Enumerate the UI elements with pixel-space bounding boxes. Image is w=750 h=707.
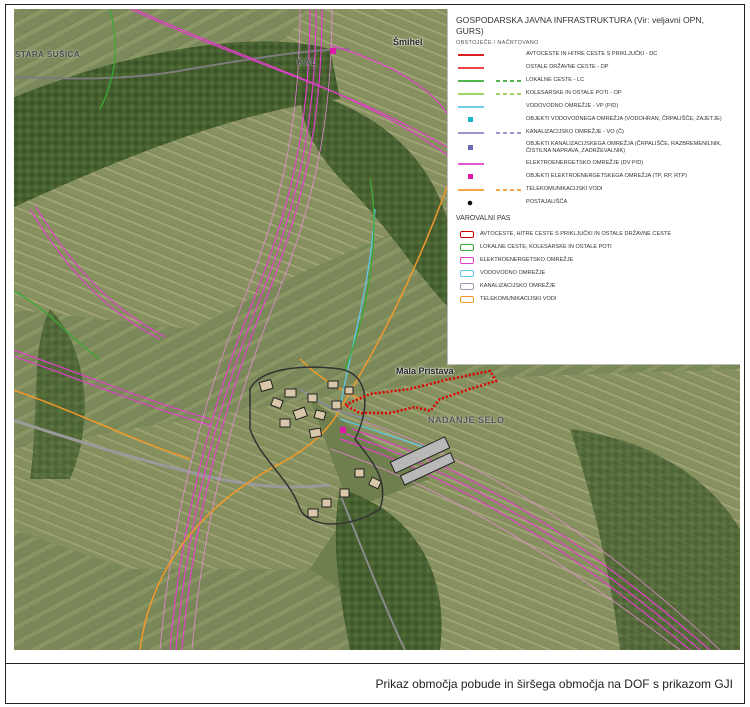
- legend-item: ELEKTROENERGETSKO OMREŽJE (DV p/d): [456, 157, 734, 170]
- legend-item: KOLESARSKE IN OSTALE POTI - OP: [456, 87, 734, 100]
- legend-buffer-swatch: [460, 244, 474, 251]
- legend-item-label: OBJEKTI VODOVODNEGA OMREŽJA (VODOHRAN, Č…: [526, 116, 722, 122]
- caption-bar: Prikaz območja pobude in širšega območja…: [5, 663, 745, 704]
- legend-buffer-label: VODOVODNO OMREŽJE: [480, 270, 546, 276]
- legend-buffer-swatch: [460, 257, 474, 264]
- legend-buffer-item: AVTOCESTE, HITRE CESTE S PRIKLJUČKI IN O…: [456, 228, 734, 241]
- legend-symbol: [456, 74, 526, 87]
- legend-buffer-item: TELEKOMUNIKACIJSKI VODI: [456, 293, 734, 306]
- legend-buffer-label: LOKALNE CESTE, KOLESARSKE IN OSTALE POTI: [480, 244, 612, 250]
- place-kal: KAL: [297, 57, 317, 67]
- legend-symbol: [456, 61, 526, 74]
- legend-buffer-item: KANALIZACIJSKO OMREŽJE: [456, 280, 734, 293]
- legend-item: OBJEKTI ELEKTROENERGETSKEGA OMREŽJA (TP,…: [456, 170, 734, 183]
- legend-item-label: KANALIZACIJSKO OMREŽJE - VO (č): [526, 129, 624, 135]
- legend-symbol: [456, 100, 526, 113]
- legend-buffer-swatch: [460, 231, 474, 238]
- legend-item: KANALIZACIJSKO OMREŽJE - VO (č): [456, 126, 734, 139]
- legend-buffer-label: AVTOCESTE, HITRE CESTE S PRIKLJUČKI IN O…: [480, 231, 672, 237]
- legend-buffer-label: TELEKOMUNIKACIJSKI VODI: [480, 296, 557, 302]
- legend-symbol: [456, 139, 526, 157]
- legend-item: LOKALNE CESTE - LC: [456, 74, 734, 87]
- legend-item: OBJEKTI KANALIZACIJSKEGA OMREŽJA (ČRPALI…: [456, 139, 734, 157]
- legend-buffer-label: KANALIZACIJSKO OMREŽJE: [480, 283, 556, 289]
- legend-buffers: AVTOCESTE, HITRE CESTE S PRIKLJUČKI IN O…: [456, 228, 734, 306]
- legend-items: AVTOCESTE IN HITRE CESTE S PRIKLJUČKI - …: [456, 48, 734, 209]
- legend-subtitle: OBSTOJEČE / NAČRTOVANO: [456, 40, 539, 46]
- place-smihel: Šmihel: [393, 37, 423, 47]
- legend-item-label: POSTAJALIŠČA: [526, 199, 568, 205]
- place-nadanje-selo: NADANJE SELO: [428, 415, 505, 425]
- legend-item-label: KOLESARSKE IN OSTALE POTI - OP: [526, 90, 622, 96]
- legend-buffer-title: VAROVALNI PAS: [456, 215, 511, 222]
- legend-item-label: AVTOCESTE IN HITRE CESTE S PRIKLJUČKI - …: [526, 51, 658, 57]
- legend-item: AVTOCESTE IN HITRE CESTE S PRIKLJUČKI - …: [456, 48, 734, 61]
- legend-symbol: [456, 157, 526, 170]
- legend-item: OSTALE DRŽAVNE CESTE - DP: [456, 61, 734, 74]
- legend-item: TELEKOMUNIKACIJSKI VODI: [456, 183, 734, 196]
- legend-symbol: [456, 183, 526, 196]
- legend-symbol: [456, 48, 526, 61]
- legend-item: POSTAJALIŠČA: [456, 196, 734, 209]
- legend-item-label: TELEKOMUNIKACIJSKI VODI: [526, 186, 603, 192]
- legend-symbol: [456, 126, 526, 139]
- legend-buffer-swatch: [460, 283, 474, 290]
- legend-item-label: LOKALNE CESTE - LC: [526, 77, 585, 83]
- legend-item-label: OBJEKTI ELEKTROENERGETSKEGA OMREŽJA (TP,…: [526, 173, 688, 179]
- legend-buffer-swatch: [460, 296, 474, 303]
- legend-item-label: OBJEKTI KANALIZACIJSKEGA OMREŽJA (ČRPALI…: [526, 141, 722, 154]
- legend-buffer-swatch: [460, 270, 474, 277]
- figure-caption: Prikaz območja pobude in širšega območja…: [375, 677, 734, 691]
- legend-buffer-item: LOKALNE CESTE, KOLESARSKE IN OSTALE POTI: [456, 241, 734, 254]
- legend-symbol: [456, 87, 526, 100]
- legend-buffer-label: ELEKTROENERGETSKO OMREŽJE: [480, 257, 574, 263]
- legend-symbol: [456, 113, 526, 126]
- legend-buffer-item: VODOVODNO OMREŽJE: [456, 267, 734, 280]
- legend-item: OBJEKTI VODOVODNEGA OMREŽJA (VODOHRAN, Č…: [456, 113, 734, 126]
- legend-item-label: ELEKTROENERGETSKO OMREŽJE (DV p/d): [526, 160, 644, 166]
- map-legend: GOSPODARSKA JAVNA INFRASTRUKTURA (Vir: v…: [447, 9, 740, 365]
- legend-symbol: [456, 170, 526, 183]
- legend-symbol: [456, 196, 526, 209]
- legend-title: GOSPODARSKA JAVNA INFRASTRUKTURA (Vir: v…: [456, 15, 705, 36]
- place-stara-susica-label: STARA SUŠICA: [15, 50, 81, 59]
- legend-item: VODOVODNO OMREŽJE - VP (p/d): [456, 100, 734, 113]
- place-stara-susica: STARA SUŠICA: [15, 50, 80, 59]
- place-mala-pristava: Mala Pristava: [396, 366, 454, 376]
- legend-item-label: OSTALE DRŽAVNE CESTE - DP: [526, 64, 609, 70]
- legend-item-label: VODOVODNO OMREŽJE - VP (p/d): [526, 103, 619, 109]
- legend-buffer-item: ELEKTROENERGETSKO OMREŽJE: [456, 254, 734, 267]
